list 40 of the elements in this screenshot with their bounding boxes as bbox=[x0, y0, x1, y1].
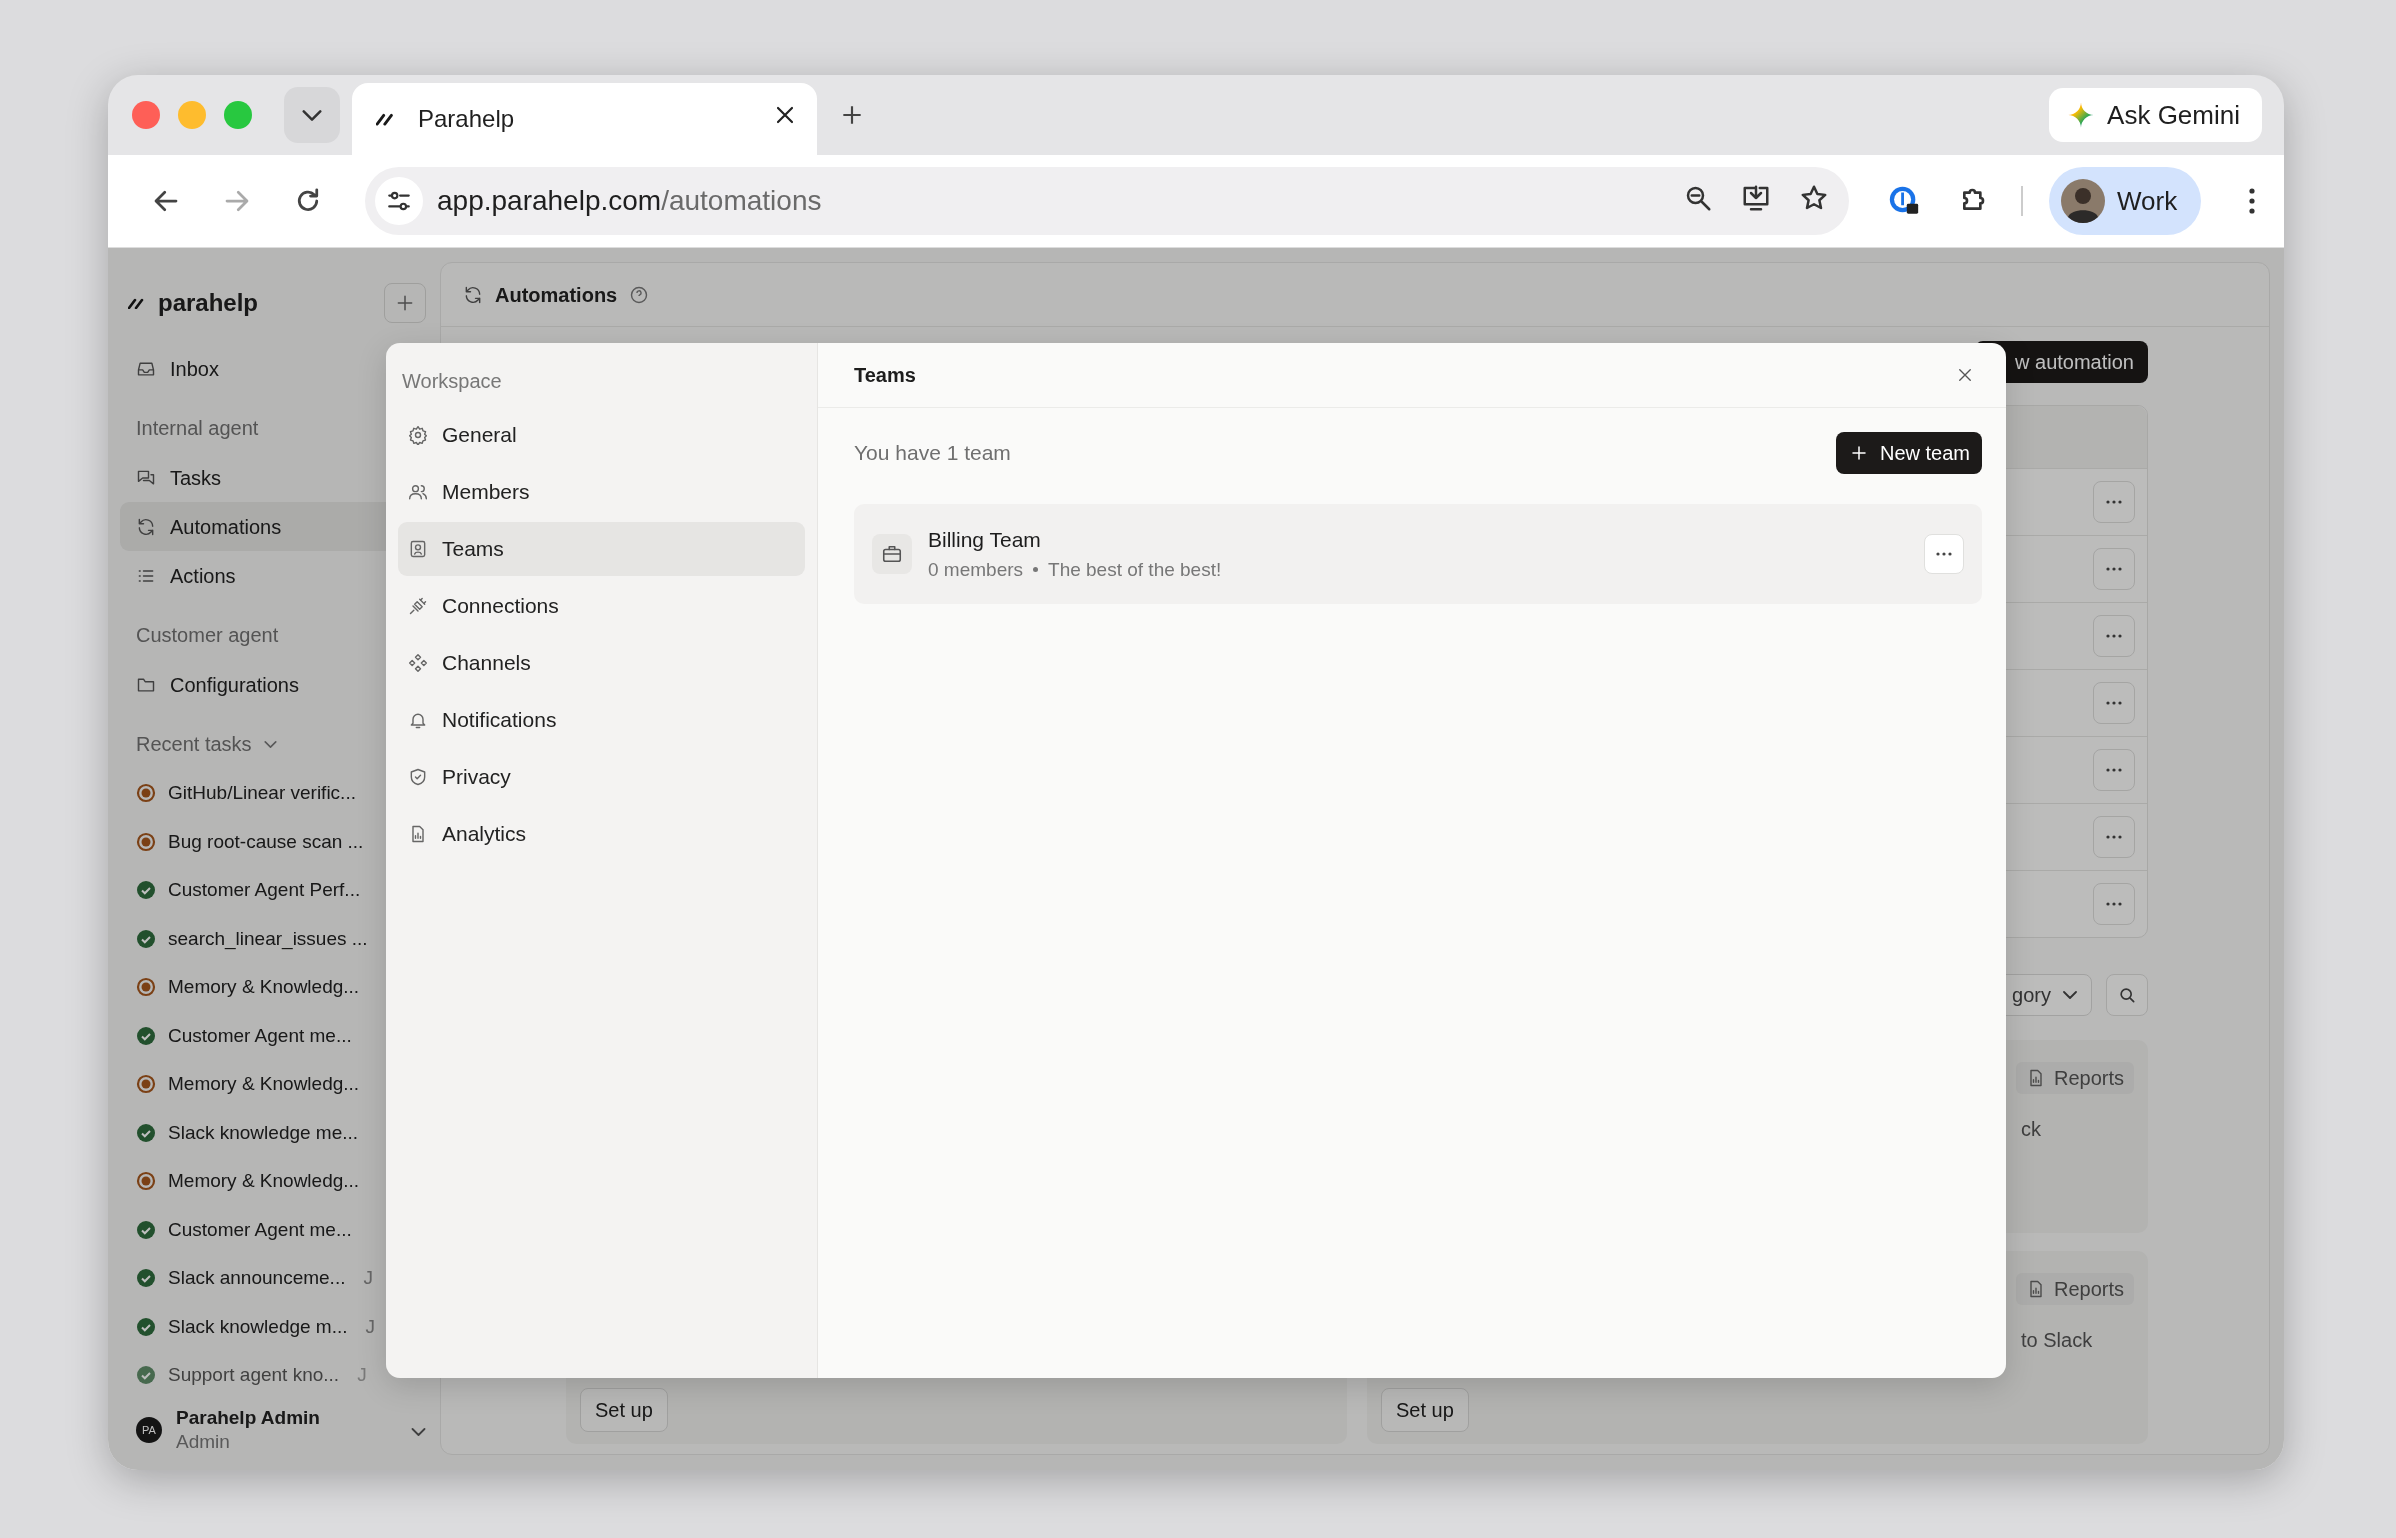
recent-task-item[interactable]: search_linear_issues ... bbox=[120, 914, 440, 963]
category-tag: Reports bbox=[2015, 1062, 2134, 1094]
browser-tab[interactable]: Parahelp bbox=[352, 83, 817, 155]
team-count: You have 1 team bbox=[854, 440, 1011, 467]
profile-button[interactable]: Work bbox=[2049, 167, 2202, 235]
card-description: to Slack bbox=[2021, 1328, 2094, 1353]
card-description: ck bbox=[2021, 1117, 2042, 1142]
user-name: Parahelp Admin bbox=[176, 1405, 320, 1430]
settings-nav-item[interactable]: Teams bbox=[398, 522, 805, 576]
ask-gemini-button[interactable]: Ask Gemini bbox=[2049, 88, 2262, 142]
team-card[interactable]: Billing Team 0 members The best of the best! bbox=[854, 504, 1982, 604]
recent-task-item[interactable]: Customer Agent me... bbox=[120, 1205, 440, 1254]
recent-task-item[interactable]: Memory & Knowledg... bbox=[120, 1060, 440, 1109]
section-heading: Customer agent bbox=[136, 623, 279, 648]
recent-task-item[interactable]: Support agent kno... J bbox=[120, 1351, 440, 1400]
set-up-button[interactable]: Set up bbox=[1381, 1388, 1469, 1432]
recent-task-item[interactable]: Slack knowledge m... J bbox=[120, 1302, 440, 1351]
user-avatar: PA bbox=[136, 1417, 162, 1444]
section-heading: Internal agent bbox=[136, 416, 259, 441]
recent-task-item[interactable]: Slack knowledge me... bbox=[120, 1108, 440, 1157]
team-name: Billing Team bbox=[928, 527, 1042, 553]
recent-task-item[interactable]: Customer Agent me... bbox=[120, 1011, 440, 1060]
recent-task-item[interactable]: Customer Agent Perf... bbox=[120, 866, 440, 915]
dialog-title: Teams bbox=[854, 363, 916, 388]
category-tag: Reports bbox=[2015, 1273, 2134, 1305]
address-bar[interactable]: app.parahelp.com/automations bbox=[365, 167, 1849, 235]
section-heading: Recent tasks bbox=[136, 732, 252, 757]
brand-name: parahelp bbox=[158, 288, 259, 318]
recent-task-item[interactable]: Slack announceme... J bbox=[120, 1254, 440, 1303]
member-count: 0 members bbox=[928, 557, 1024, 582]
set-up-button[interactable]: Set up bbox=[580, 1388, 668, 1432]
page-title: Automations bbox=[495, 282, 618, 308]
recent-task-item[interactable]: Memory & Knowledg... bbox=[120, 963, 440, 1012]
new-team-button[interactable]: New team bbox=[1835, 432, 1982, 474]
tab-title: Parahelp bbox=[418, 104, 515, 134]
team-description: The best of the best! bbox=[1048, 557, 1222, 582]
section-heading: Workspace bbox=[402, 369, 502, 394]
url-text: app.parahelp.com/automations bbox=[437, 184, 822, 218]
user-role: Admin bbox=[176, 1430, 231, 1455]
recent-task-item[interactable]: Memory & Knowledg... bbox=[120, 1157, 440, 1206]
